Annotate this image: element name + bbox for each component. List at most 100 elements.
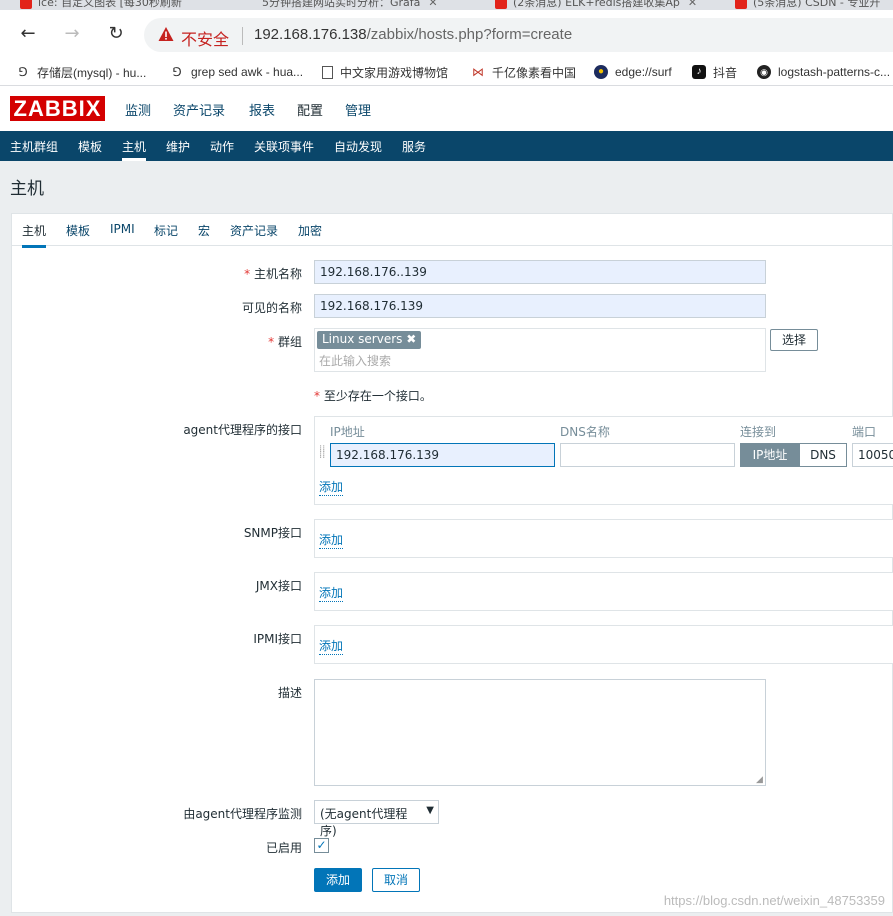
visible-name-input[interactable]: 192.168.176.139: [314, 294, 766, 318]
groups-search-placeholder[interactable]: 在此输入搜索: [319, 352, 391, 369]
bookmark-item[interactable]: ◉ logstash-patterns-c...: [757, 63, 890, 81]
browser-tab[interactable]: ice: 自定义图表 [每30秒刷新: [20, 0, 182, 10]
back-icon[interactable]: ←: [16, 22, 40, 46]
address-separator: [242, 27, 243, 45]
tab-macros[interactable]: 宏: [198, 222, 210, 239]
checkmark-icon: ✓: [316, 838, 327, 852]
github-icon: ◉: [757, 65, 771, 79]
zabbix-header: ZABBIX 监测 资产记录 报表 配置 管理: [0, 86, 893, 131]
required-marker: *: [244, 267, 254, 281]
remove-tag-icon[interactable]: ✖: [406, 332, 416, 346]
browser-tab[interactable]: (2条消息) ELK+redis搭建收集Ap ✕: [495, 0, 697, 10]
jmx-interfaces-label: JMX接口: [255, 579, 302, 593]
zabbix-subnav: 主机群组 模板 主机 维护 动作 关联项事件 自动发现 服务: [0, 131, 893, 161]
forward-icon[interactable]: →: [60, 22, 84, 46]
connect-dns-toggle[interactable]: DNS: [799, 443, 847, 467]
select-groups-button[interactable]: 选择: [770, 329, 818, 351]
drag-handle-icon[interactable]: ⁞⁞ ⁞⁞: [319, 445, 325, 461]
col-ip-header: IP地址: [330, 425, 365, 439]
proxy-select[interactable]: (无agent代理程序) ▼: [314, 800, 439, 838]
agent-port-input[interactable]: 10050: [852, 443, 893, 467]
visible-name-label: 可见的名称: [241, 301, 302, 315]
submenu-maintenance[interactable]: 维护: [166, 138, 190, 155]
proxy-label: 由agent代理程序监测: [183, 807, 302, 821]
zabbix-logo[interactable]: ZABBIX: [10, 96, 105, 121]
address-bar[interactable]: 不安全 192.168.176.138/zabbix/hosts.php?for…: [144, 18, 893, 52]
bookmark-item[interactable]: ♪ 抖音: [692, 63, 737, 81]
tab-ipmi[interactable]: IPMI: [110, 222, 135, 236]
group-tag: Linux servers ✖: [317, 331, 422, 349]
tab-host[interactable]: 主机: [22, 222, 47, 248]
host-name-label: * 主机名称: [244, 267, 302, 281]
menu-reports[interactable]: 报表: [249, 100, 275, 119]
host-form: 主机 模板 IPMI 标记 宏 资产记录 加密 * 主机名称 192.168.1…: [11, 213, 893, 913]
submenu-actions[interactable]: 动作: [210, 138, 234, 155]
add-agent-interface-link[interactable]: 添加: [319, 478, 344, 496]
cancel-button[interactable]: 取消: [372, 868, 420, 892]
interface-notice: * 至少存在一个接口。: [314, 389, 432, 403]
tab-encryption[interactable]: 加密: [298, 222, 322, 239]
menu-administration[interactable]: 管理: [345, 100, 371, 119]
required-marker: *: [268, 335, 278, 349]
tab-tags[interactable]: 标记: [154, 222, 178, 239]
bookmark-icon: ⅁: [172, 65, 182, 79]
douyin-icon: ♪: [692, 65, 706, 79]
menu-monitoring[interactable]: 监测: [125, 100, 151, 119]
close-tab-icon[interactable]: ✕: [688, 0, 697, 9]
menu-configuration[interactable]: 配置: [297, 100, 323, 119]
bowtie-icon: ⋈: [472, 65, 484, 79]
bookmark-item[interactable]: ⅁ 存储层(mysql) - hu...: [16, 63, 146, 81]
enabled-checkbox[interactable]: ✓: [314, 838, 329, 853]
col-port-header: 端口: [852, 425, 877, 439]
submenu-correlation[interactable]: 关联项事件: [254, 138, 314, 155]
reload-icon[interactable]: ↻: [104, 22, 128, 46]
add-jmx-interface-link[interactable]: 添加: [319, 584, 344, 602]
menu-inventory[interactable]: 资产记录: [173, 100, 225, 119]
jmx-interfaces-box: [314, 572, 893, 611]
col-connect-header: 连接到: [740, 425, 777, 439]
description-textarea[interactable]: [314, 679, 766, 786]
submenu-host-groups[interactable]: 主机群组: [10, 138, 58, 155]
tab-templates[interactable]: 模板: [66, 222, 90, 239]
resize-handle-icon[interactable]: ◢: [756, 775, 763, 785]
add-button[interactable]: 添加: [314, 868, 362, 892]
browser-tab[interactable]: (5条消息) CSDN - 专业开: [735, 0, 880, 10]
csdn-favicon-icon: [495, 0, 507, 9]
enabled-label: 已启用: [265, 841, 302, 855]
chevron-down-icon: ▼: [426, 805, 434, 816]
add-ipmi-interface-link[interactable]: 添加: [319, 637, 344, 655]
watermark: https://blog.csdn.net/weixin_48753359: [663, 893, 885, 908]
agent-ip-input[interactable]: 192.168.176.139: [330, 443, 555, 467]
bookmark-item[interactable]: ⅁ grep sed awk - hua...: [170, 63, 303, 81]
bookmarks-bar: ⅁ 存储层(mysql) - hu... ⅁ grep sed awk - hua.…: [0, 58, 893, 86]
agent-interfaces-label: agent代理程序的接口: [183, 423, 302, 437]
host-name-input[interactable]: 192.168.176..139: [314, 260, 766, 284]
ipmi-interfaces-box: [314, 625, 893, 664]
browser-tab[interactable]: 5分钟搭建网站实时分析：Grafa ✕: [262, 0, 438, 10]
browser-toolbar: ← → ↻ 不安全 192.168.176.138/zabbix/hosts.p…: [0, 10, 893, 58]
submenu-discovery[interactable]: 自动发现: [334, 138, 382, 155]
submenu-templates[interactable]: 模板: [78, 138, 102, 155]
bookmark-item[interactable]: 中文家用游戏博物馆: [322, 63, 448, 81]
groups-label: * 群组: [268, 335, 302, 349]
url-text[interactable]: 192.168.176.138/zabbix/hosts.php?form=cr…: [254, 26, 572, 43]
connect-ip-toggle[interactable]: IP地址: [740, 443, 800, 467]
snmp-interfaces-label: SNMP接口: [243, 526, 302, 540]
tab-inventory[interactable]: 资产记录: [230, 222, 278, 239]
col-dns-header: DNS名称: [560, 425, 610, 439]
submenu-hosts[interactable]: 主机: [122, 138, 147, 161]
bookmark-item[interactable]: ⋈ 千亿像素看中国: [471, 63, 576, 81]
ipmi-interfaces-label: IPMI接口: [253, 632, 302, 646]
zabbix-favicon-icon: [20, 0, 32, 9]
form-tabs: 主机 模板 IPMI 标记 宏 资产记录 加密: [12, 214, 893, 248]
agent-dns-input[interactable]: [560, 443, 735, 467]
csdn-favicon-icon: [735, 0, 747, 9]
warning-icon: [158, 27, 174, 41]
bookmark-icon: ⅁: [18, 65, 28, 79]
page-title: 主机: [10, 179, 44, 199]
bookmark-item[interactable]: ● edge://surf: [594, 63, 672, 81]
submenu-services[interactable]: 服务: [402, 138, 426, 155]
close-tab-icon[interactable]: ✕: [428, 0, 437, 9]
add-snmp-interface-link[interactable]: 添加: [319, 531, 344, 549]
insecure-label[interactable]: 不安全: [181, 26, 229, 50]
